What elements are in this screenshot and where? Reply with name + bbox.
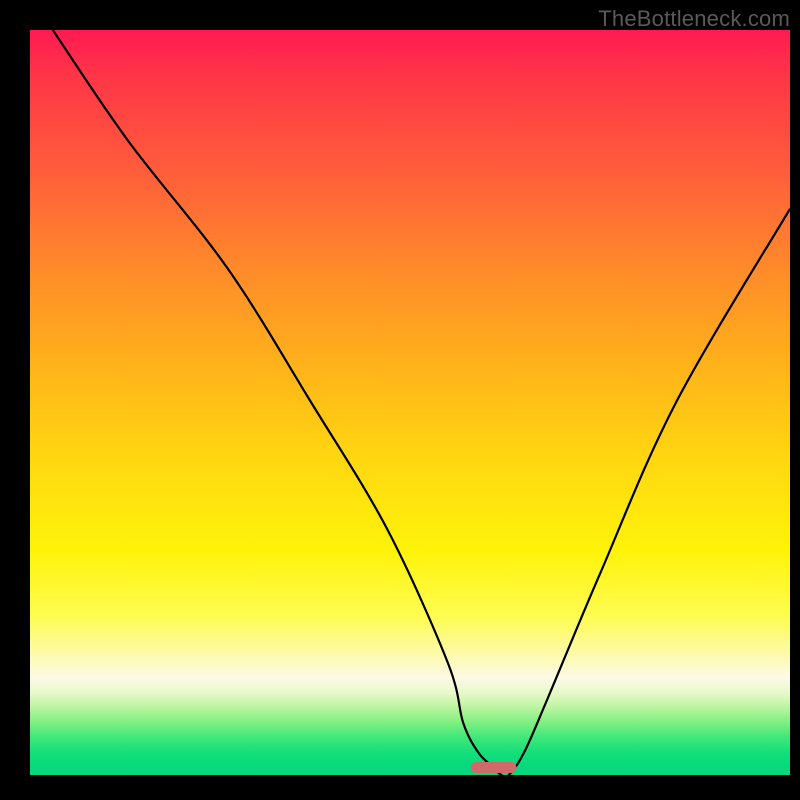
watermark-label: TheBottleneck.com [598,6,790,32]
bottleneck-curve-line [53,30,790,775]
plot-area [30,30,790,775]
optimal-marker [471,762,517,773]
curve-svg [30,30,790,775]
bottleneck-chart: TheBottleneck.com [0,0,800,800]
